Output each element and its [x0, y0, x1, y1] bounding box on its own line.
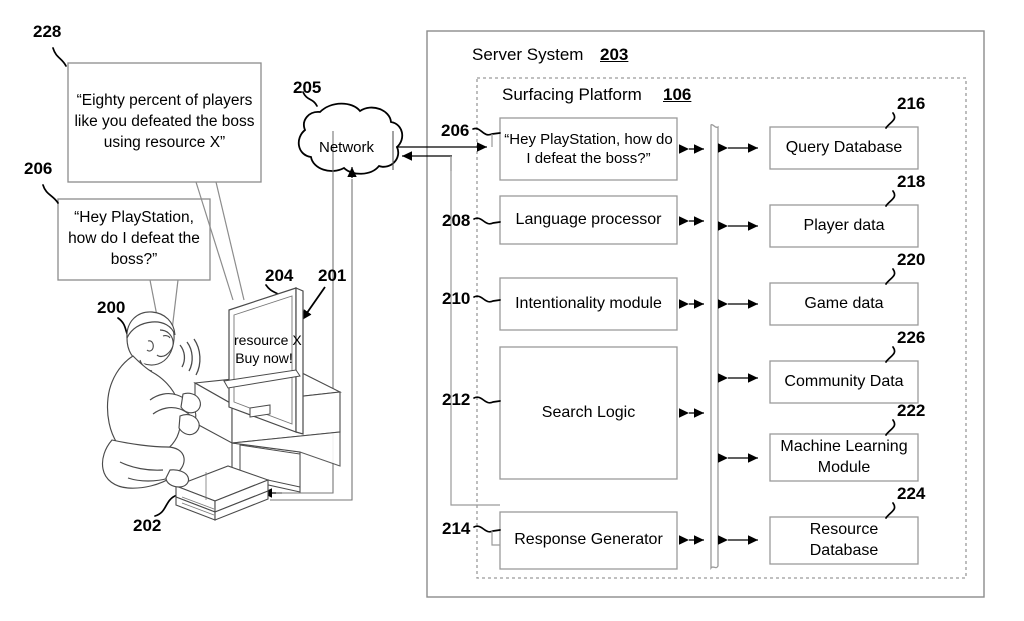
player-figure [101, 311, 201, 489]
leader-228 [52, 47, 67, 67]
pipeline-label-210: Intentionality module [515, 294, 662, 312]
ref-200: 200 [97, 298, 126, 317]
leader-220 [885, 268, 896, 285]
bubble-228-text: “Eighty percent of players like you defe… [74, 92, 255, 151]
leader-212 [473, 396, 501, 404]
ref-216: 216 [897, 94, 926, 113]
ref-224: 224 [897, 484, 926, 503]
pipeline-label-208: Language processor [515, 210, 662, 228]
data-label-226: Community Data [784, 372, 904, 390]
central-bus [710, 123, 719, 571]
surfacing-platform-title: Surfacing Platform [502, 85, 642, 104]
data-label-220: Game data [804, 294, 884, 312]
leader-224 [885, 502, 896, 519]
ref-206-bubble: 206 [24, 159, 53, 178]
pipeline-label-206: “Hey PlayStation, how do I defeat the bo… [504, 130, 673, 167]
leader-216 [885, 112, 896, 129]
stub-214 [491, 531, 500, 546]
leader-222 [885, 419, 896, 436]
leader-210 [473, 295, 501, 303]
ref-210: 210 [442, 289, 471, 308]
ref-214: 214 [442, 519, 471, 538]
ref-220: 220 [897, 250, 926, 269]
ref-206-box: 206 [441, 121, 470, 140]
voice-waves-icon [179, 338, 201, 376]
ref-222: 222 [897, 401, 926, 420]
tv-screen-line1: resource X [234, 332, 302, 348]
ref-212: 212 [442, 390, 471, 409]
network-label: Network [319, 139, 375, 156]
leader-226 [885, 346, 896, 363]
ref-218: 218 [897, 172, 926, 191]
ref-201: 201 [318, 266, 347, 285]
bubble-228-tail2 [215, 181, 245, 301]
pipeline-label-212: Search Logic [541, 403, 636, 421]
ref-202: 202 [133, 516, 162, 535]
data-label-224: Resource Database [809, 521, 879, 559]
surfacing-platform-ref: 106 [663, 85, 692, 104]
pipeline-label-214: Response Generator [514, 531, 663, 549]
data-label-218: Player data [803, 216, 885, 234]
data-label-216: Query Database [785, 138, 903, 156]
response-rail-vertical [450, 156, 500, 506]
leader-202 [154, 494, 178, 517]
ref-204: 204 [265, 266, 294, 285]
tv-screen-line2: Buy now! [235, 350, 293, 366]
leader-206-bubble [42, 184, 59, 204]
server-system-ref: 203 [600, 45, 629, 64]
ref-226: 226 [897, 328, 926, 347]
leader-218 [885, 190, 896, 207]
ref-228: 228 [33, 22, 62, 41]
server-system-title: Server System [472, 45, 584, 64]
leader-201 [301, 286, 326, 321]
data-label-222: Machine Learning Module [780, 438, 908, 476]
ref-205: 205 [293, 78, 322, 97]
leader-214 [473, 525, 501, 533]
bubble-206-text: “Hey PlayStation, how do I defeat the bo… [68, 209, 200, 268]
leader-208 [473, 217, 501, 225]
ref-208: 208 [442, 211, 471, 230]
